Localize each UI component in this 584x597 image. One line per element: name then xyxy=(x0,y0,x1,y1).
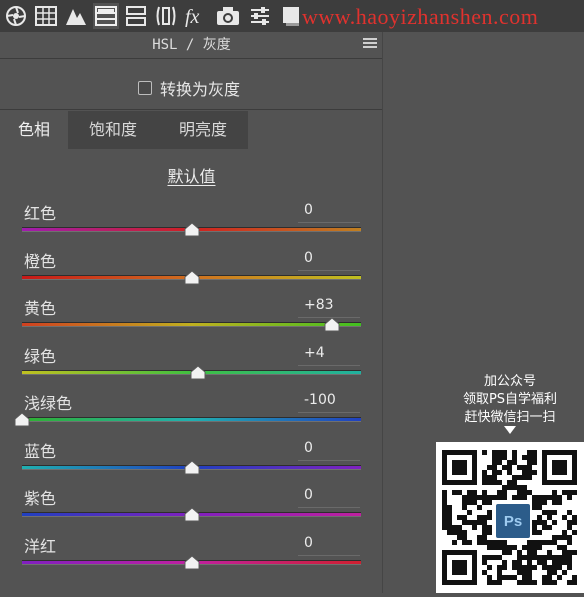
slider-label: 浅绿色 xyxy=(24,394,73,413)
hsl-panel: HSL / 灰度 转换为灰度 色相 饱和度 明亮度 默认值 红色 0 橙色 0 黄色 +8… xyxy=(0,32,383,593)
slider-value-field[interactable]: 0 xyxy=(298,485,360,505)
slider-value-field[interactable]: +83 xyxy=(298,295,360,315)
slider-track[interactable] xyxy=(22,322,361,327)
divider xyxy=(0,109,383,110)
slider-value-field[interactable]: -100 xyxy=(298,390,360,410)
camera-icon[interactable] xyxy=(215,3,241,29)
slider-thumb[interactable] xyxy=(184,222,200,237)
qr-code: Ps xyxy=(436,442,584,593)
slider-row: 绿色 +4 xyxy=(0,343,383,391)
slider-row: 黄色 +83 xyxy=(0,295,383,343)
convert-to-gray-option[interactable]: 转换为灰度 xyxy=(138,76,240,100)
value-underline xyxy=(298,270,360,271)
aperture-icon[interactable] xyxy=(3,3,29,29)
slider-label: 黄色 xyxy=(24,299,57,318)
sliders-icon[interactable] xyxy=(247,3,273,29)
split-toning-icon[interactable] xyxy=(123,3,149,29)
slider-row: 橙色 0 xyxy=(0,248,383,296)
default-button[interactable]: 默认值 xyxy=(0,163,383,187)
convert-to-gray-label: 转换为灰度 xyxy=(160,80,241,99)
slider-row: 紫色 0 xyxy=(0,485,383,533)
watermark-url: www.haoyizhanshen.com xyxy=(302,4,539,29)
convert-to-gray-checkbox[interactable] xyxy=(138,81,152,95)
slider-thumb[interactable] xyxy=(14,412,30,427)
value-underline xyxy=(298,412,360,413)
slider-label: 蓝色 xyxy=(24,442,57,461)
slider-row: 洋红 0 xyxy=(0,533,383,581)
svg-text:fx: fx xyxy=(185,6,200,27)
value-underline xyxy=(298,365,360,366)
slider-label: 绿色 xyxy=(24,347,57,366)
slider-thumb[interactable] xyxy=(324,317,340,332)
value-underline xyxy=(298,507,360,508)
arrow-down-icon xyxy=(504,426,516,434)
ps-logo: Ps xyxy=(494,502,532,540)
tab-hue[interactable]: 色相 xyxy=(0,111,68,149)
slider-value-field[interactable]: 0 xyxy=(298,200,360,220)
tab-saturation[interactable]: 饱和度 xyxy=(68,111,158,149)
slider-track[interactable] xyxy=(22,417,361,422)
slider-thumb[interactable] xyxy=(184,270,200,285)
presets-icon[interactable] xyxy=(278,3,304,29)
promo-line: 领取PS自学福利 xyxy=(462,392,558,407)
slider-thumb[interactable] xyxy=(184,507,200,522)
mountain-icon[interactable] xyxy=(63,3,89,29)
tab-luminance[interactable]: 明亮度 xyxy=(158,111,248,149)
slider-label: 紫色 xyxy=(24,489,57,508)
slider-thumb[interactable] xyxy=(184,460,200,475)
panel-title: HSL / 灰度 xyxy=(152,37,231,53)
tab-bar: 色相 饱和度 明亮度 xyxy=(0,111,383,149)
slider-row: 浅绿色 -100 xyxy=(0,390,383,438)
promo-line: 赶快微信扫一扫 xyxy=(464,410,556,425)
slider-label: 橙色 xyxy=(24,252,57,271)
fx-icon[interactable]: fx xyxy=(183,3,209,29)
slider-thumb[interactable] xyxy=(190,365,206,380)
slider-label: 洋红 xyxy=(24,537,57,556)
grid-icon[interactable] xyxy=(33,3,59,29)
slider-row: 蓝色 0 xyxy=(0,438,383,486)
slider-thumb[interactable] xyxy=(184,555,200,570)
slider-row: 红色 0 xyxy=(0,200,383,248)
value-underline xyxy=(298,460,360,461)
panel-menu-icon[interactable] xyxy=(363,38,377,50)
value-underline xyxy=(298,555,360,556)
slider-value-field[interactable]: 0 xyxy=(298,248,360,268)
slider-value-field[interactable]: 0 xyxy=(298,533,360,553)
slider-label: 红色 xyxy=(24,204,57,223)
default-label[interactable]: 默认值 xyxy=(167,167,215,186)
slider-value-field[interactable]: 0 xyxy=(298,438,360,458)
value-underline xyxy=(298,222,360,223)
toolbar: fx www.haoyizhanshen.com xyxy=(0,0,584,32)
slider-value-field[interactable]: +4 xyxy=(298,343,360,363)
hsl-panel-icon[interactable] xyxy=(93,3,119,29)
promo-line: 加公众号 xyxy=(483,374,536,389)
divider xyxy=(0,58,383,59)
lens-icon[interactable] xyxy=(153,3,179,29)
